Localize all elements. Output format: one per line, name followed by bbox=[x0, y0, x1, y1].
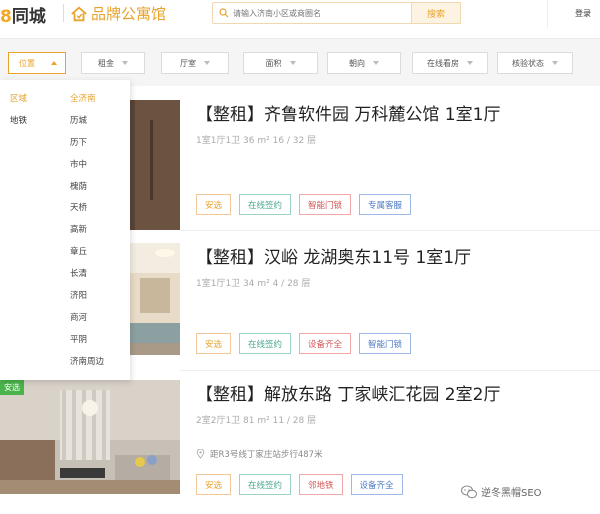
header-divider bbox=[547, 0, 548, 28]
district-item[interactable]: 济阳 bbox=[70, 289, 104, 311]
district-item[interactable]: 槐荫 bbox=[70, 180, 104, 202]
filter-area[interactable]: 面积 bbox=[243, 52, 318, 74]
tag-online-sign: 在线签约 bbox=[239, 333, 292, 354]
listing-meta: 1室1厅1卫 34 m² 4 / 28 层 bbox=[196, 279, 311, 289]
district-item[interactable]: 高新 bbox=[70, 223, 104, 245]
listing-title[interactable]: 【整租】汉峪 龙湖奥东11号 1室1厅 bbox=[196, 243, 471, 268]
filter-online-viewing[interactable]: 在线看房 bbox=[412, 52, 488, 74]
filter-rooms[interactable]: 厅室 bbox=[161, 52, 229, 74]
district-item[interactable]: 市中 bbox=[70, 158, 104, 180]
tag-online-sign: 在线签约 bbox=[239, 194, 292, 215]
listing-title[interactable]: 【整租】齐鲁软件园 万科麓公馆 1室1厅 bbox=[196, 100, 500, 125]
search-input[interactable] bbox=[233, 8, 403, 18]
tag-anxuan: 安选 bbox=[196, 333, 232, 354]
listing-tags: 安选 在线签约 智能门锁 专属客服 bbox=[196, 194, 412, 215]
listing-photo[interactable]: 安选 bbox=[0, 380, 180, 494]
search-icon bbox=[219, 8, 229, 18]
filter-orientation[interactable]: 朝向 bbox=[327, 52, 401, 74]
district-item[interactable]: 平阴 bbox=[70, 333, 104, 355]
tag-equipment: 设备齐全 bbox=[299, 333, 352, 354]
district-item[interactable]: 济南周边 bbox=[70, 355, 104, 377]
filter-bar: 位置 租金 厅室 面积 朝向 在线看房 核验状态 bbox=[0, 38, 600, 86]
listing-divider bbox=[180, 370, 600, 371]
brand-apartment-link[interactable]: 品牌公寓馆 bbox=[70, 3, 166, 24]
caret-down-icon bbox=[552, 61, 558, 65]
listing-tags: 安选 在线签约 邻地铁 设备齐全 bbox=[196, 474, 403, 495]
tag-service: 专属客服 bbox=[359, 194, 412, 215]
site-logo[interactable]: 8同城 bbox=[0, 2, 46, 27]
tag-anxuan: 安选 bbox=[196, 194, 232, 215]
tag-smart-lock: 智能门锁 bbox=[359, 333, 412, 354]
listing-meta: 2室2厅1卫 81 m² 11 / 28 层 bbox=[196, 416, 317, 426]
tag-equipment: 设备齐全 bbox=[350, 474, 403, 495]
watermark: 逆冬黑帽SEO bbox=[461, 484, 542, 499]
district-item[interactable]: 长清 bbox=[70, 267, 104, 289]
location-type-list: 区域 地铁 bbox=[10, 92, 27, 136]
district-item[interactable]: 历城 bbox=[70, 114, 104, 136]
tag-anxuan: 安选 bbox=[196, 474, 232, 495]
district-item[interactable]: 商河 bbox=[70, 311, 104, 333]
caret-down-icon bbox=[373, 61, 379, 65]
login-link[interactable]: 登录 bbox=[575, 8, 591, 19]
district-item[interactable]: 章丘 bbox=[70, 245, 104, 267]
caret-down-icon bbox=[467, 61, 473, 65]
tag-smart-lock: 智能门锁 bbox=[299, 194, 352, 215]
filter-verification[interactable]: 核验状态 bbox=[497, 52, 573, 74]
listing-divider bbox=[180, 230, 600, 231]
listing-tags: 安选 在线签约 设备齐全 智能门锁 bbox=[196, 333, 412, 354]
location-dropdown: 区域 地铁 全济南 历城 历下 市中 槐荫 天桥 高新 章丘 长清 济阳 商河 … bbox=[0, 80, 130, 380]
filter-rent[interactable]: 租金 bbox=[81, 52, 145, 74]
location-type-subway[interactable]: 地铁 bbox=[10, 114, 27, 136]
listing-meta: 1室1厅1卫 36 m² 16 / 32 层 bbox=[196, 136, 317, 146]
logo-divider bbox=[63, 4, 64, 22]
location-pin-icon bbox=[196, 449, 205, 459]
caret-up-icon bbox=[51, 61, 57, 65]
search-button[interactable]: 搜索 bbox=[411, 2, 461, 24]
anxuan-badge: 安选 bbox=[0, 380, 24, 395]
district-item[interactable]: 天桥 bbox=[70, 201, 104, 223]
tag-online-sign: 在线签约 bbox=[239, 474, 292, 495]
header: 8同城 品牌公寓馆 搜索 登录 bbox=[0, 0, 600, 28]
listing-title[interactable]: 【整租】解放东路 丁家峡汇花园 2室2厅 bbox=[196, 380, 500, 405]
wechat-icon bbox=[461, 485, 477, 498]
district-list: 全济南 历城 历下 市中 槐荫 天桥 高新 章丘 长清 济阳 商河 平阴 济南周… bbox=[70, 92, 104, 377]
house-icon bbox=[71, 6, 87, 21]
filter-location[interactable]: 位置 bbox=[8, 52, 66, 74]
district-item[interactable]: 全济南 bbox=[70, 92, 104, 114]
search-box[interactable] bbox=[212, 2, 412, 24]
caret-down-icon bbox=[122, 61, 128, 65]
subway-info: 距R3号线丁家庄站步行487米 bbox=[196, 448, 323, 460]
listing-card[interactable]: 安选 【整租】解放东路 丁家峡汇花园 2室2厅 2室2厅1卫 81 m² 11 … bbox=[0, 380, 600, 500]
caret-down-icon bbox=[289, 61, 296, 65]
brand-label: 品牌公寓馆 bbox=[91, 5, 167, 23]
district-item[interactable]: 历下 bbox=[70, 136, 104, 158]
tag-near-subway: 邻地铁 bbox=[299, 474, 343, 495]
location-type-area[interactable]: 区域 bbox=[10, 92, 27, 114]
caret-down-icon bbox=[204, 61, 210, 65]
